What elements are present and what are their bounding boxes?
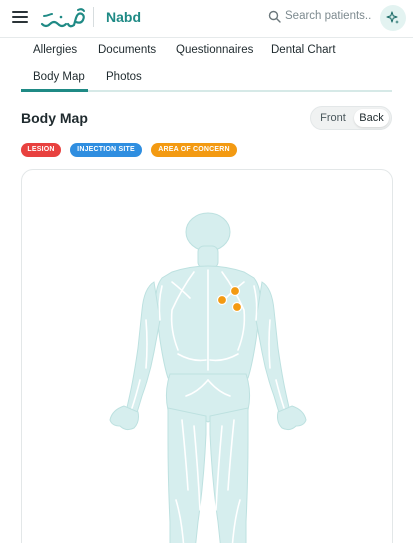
area-of-concern-marker[interactable]: [229, 285, 241, 297]
front-view-option[interactable]: Front: [314, 109, 352, 127]
legend-area-of-concern-badge[interactable]: AREA OF CONCERN: [151, 143, 237, 157]
active-tab-indicator: [21, 89, 88, 92]
tab-allergies[interactable]: Allergies: [33, 44, 77, 56]
legend-lesion-badge[interactable]: LESION: [21, 143, 61, 157]
search-input[interactable]: [285, 6, 371, 26]
record-tabs: Allergies Documents Questionnaires Denta…: [0, 38, 413, 94]
view-toggle: Front Back: [310, 106, 392, 130]
back-view-option[interactable]: Back: [354, 109, 389, 127]
search-icon: [268, 10, 281, 23]
body-figure-back[interactable]: [22, 170, 393, 543]
body-map-canvas[interactable]: [21, 169, 393, 543]
ai-assistant-button[interactable]: [380, 5, 406, 31]
area-of-concern-marker[interactable]: [216, 294, 228, 306]
top-app-bar: Nabd: [0, 0, 413, 38]
tab-body-map[interactable]: Body Map: [33, 71, 85, 83]
tab-documents[interactable]: Documents: [98, 44, 156, 56]
tab-dental-chart[interactable]: Dental Chart: [271, 44, 336, 56]
tab-questionnaires[interactable]: Questionnaires: [176, 44, 253, 56]
sparkle-icon: [386, 11, 399, 24]
page-title: Body Map: [21, 110, 88, 126]
tab-photos[interactable]: Photos: [106, 71, 142, 83]
header-divider: [93, 7, 94, 27]
hamburger-menu-icon[interactable]: [12, 10, 28, 24]
area-of-concern-marker[interactable]: [231, 301, 243, 313]
legend-injection-site-badge[interactable]: INJECTION SITE: [70, 143, 142, 157]
nabd-logo[interactable]: [40, 6, 88, 30]
body-silhouette: [109, 212, 307, 543]
app-name: Nabd: [106, 9, 141, 25]
